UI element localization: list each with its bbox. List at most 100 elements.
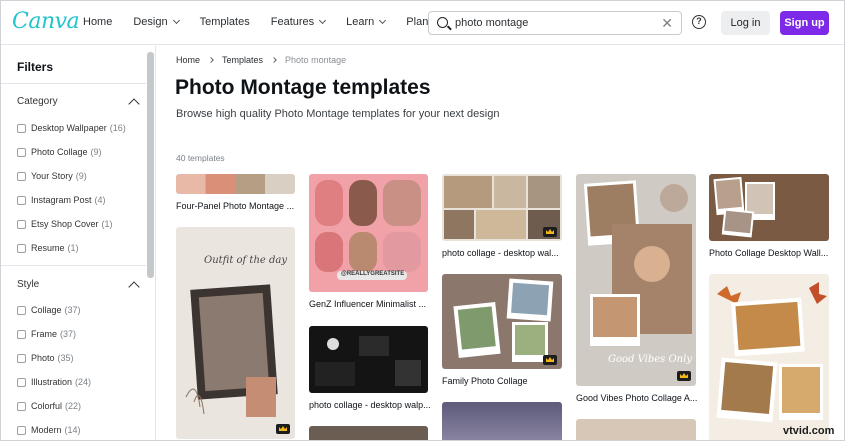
page-subtitle: Browse high quality Photo Montage templa… xyxy=(176,108,500,120)
checkbox[interactable] xyxy=(17,243,26,253)
checkbox[interactable] xyxy=(17,147,26,157)
filter-count: (1) xyxy=(67,243,79,253)
top-header: Canva Home Design Templates Features Lea… xyxy=(1,1,844,45)
template-title[interactable]: GenZ Influencer Minimalist ... xyxy=(309,299,426,309)
filter-colorful[interactable]: Colorful (22) xyxy=(17,401,81,411)
template-card[interactable] xyxy=(442,402,562,440)
checkbox[interactable] xyxy=(17,377,26,387)
main-nav: Home Design Templates Features Learn Pla… xyxy=(83,16,466,28)
sidebar-scrollbar[interactable] xyxy=(147,52,154,278)
crown-icon xyxy=(276,424,290,434)
filters-sidebar: Filters Category Desktop Wallpaper (16) P… xyxy=(1,46,156,440)
canva-logo[interactable]: Canva xyxy=(12,9,80,34)
template-text: @REALLYGREATSITE xyxy=(341,271,405,277)
template-count: 40 templates xyxy=(176,153,225,163)
category-title[interactable]: Category xyxy=(17,96,58,107)
filter-count: (37) xyxy=(64,305,81,315)
checkbox[interactable] xyxy=(17,195,26,205)
checkbox[interactable] xyxy=(17,401,26,411)
filter-count: (4) xyxy=(94,195,106,205)
filter-label: Instagram Post xyxy=(31,195,92,205)
filter-label: Photo xyxy=(31,353,55,363)
signup-button[interactable]: Sign up xyxy=(780,11,829,35)
checkbox[interactable] xyxy=(17,425,26,435)
filter-desktop-wallpaper[interactable]: Desktop Wallpaper (16) xyxy=(17,123,126,133)
checkbox[interactable] xyxy=(17,219,26,229)
template-card[interactable] xyxy=(442,274,562,369)
search-icon xyxy=(437,17,448,28)
template-text: Outfit of the day xyxy=(204,255,287,266)
template-card[interactable] xyxy=(309,326,428,393)
filter-illustration[interactable]: Illustration (24) xyxy=(17,377,91,387)
filter-count: (37) xyxy=(60,329,77,339)
template-card[interactable] xyxy=(709,274,829,440)
filter-photo[interactable]: Photo (35) xyxy=(17,353,74,363)
filters-title: Filters xyxy=(17,60,54,74)
nav-label: Learn xyxy=(346,16,375,28)
help-icon[interactable]: ? xyxy=(692,15,706,29)
template-card[interactable] xyxy=(176,174,295,194)
template-card[interactable] xyxy=(442,174,562,241)
template-title[interactable]: Photo Collage Desktop Wall... xyxy=(709,248,828,258)
template-thumbnail xyxy=(716,282,827,423)
template-title[interactable]: photo collage - desktop walp... xyxy=(309,400,431,410)
filter-label: Desktop Wallpaper xyxy=(31,123,107,133)
chevron-right-icon xyxy=(208,57,214,63)
template-title[interactable]: Good Vibes Photo Collage A... xyxy=(576,393,697,403)
nav-label: Templates xyxy=(199,16,250,28)
filter-your-story[interactable]: Your Story (9) xyxy=(17,171,87,181)
template-card[interactable]: @REALLYGREATSITE xyxy=(309,174,428,292)
template-text: Good Vibes Only xyxy=(608,354,692,365)
nav-templates[interactable]: Templates xyxy=(200,16,250,28)
close-icon[interactable]: ✕ xyxy=(661,15,673,32)
search-input[interactable]: photo montage ✕ xyxy=(428,11,682,35)
template-title[interactable]: Family Photo Collage xyxy=(442,376,528,386)
style-title[interactable]: Style xyxy=(17,279,39,290)
template-thumbnail xyxy=(713,176,775,238)
crown-icon xyxy=(677,371,691,381)
filter-resume[interactable]: Resume (1) xyxy=(17,243,79,253)
breadcrumb-home[interactable]: Home xyxy=(176,55,200,65)
chevron-up-icon[interactable] xyxy=(128,281,140,293)
page-title: Photo Montage templates xyxy=(175,76,431,99)
template-card[interactable]: Good Vibes Only xyxy=(576,174,696,386)
chevron-down-icon xyxy=(319,16,327,25)
checkbox[interactable] xyxy=(17,171,26,181)
checkbox[interactable] xyxy=(17,329,26,339)
filter-label: Frame xyxy=(31,329,58,339)
filter-modern[interactable]: Modern (14) xyxy=(17,425,81,435)
nav-label: Design xyxy=(133,16,168,28)
chevron-right-icon xyxy=(271,57,277,63)
template-title[interactable]: photo collage - desktop wal... xyxy=(442,248,559,258)
filter-label: Collage xyxy=(31,305,62,315)
login-button[interactable]: Log in xyxy=(721,11,770,35)
template-card[interactable] xyxy=(309,426,428,440)
template-card[interactable]: Outfit of the day xyxy=(176,227,295,439)
nav-learn[interactable]: Learn xyxy=(346,16,387,28)
chevron-up-icon[interactable] xyxy=(128,98,140,110)
filter-frame[interactable]: Frame (37) xyxy=(17,329,76,339)
filter-instagram-post[interactable]: Instagram Post (4) xyxy=(17,195,106,205)
checkbox[interactable] xyxy=(17,123,26,133)
breadcrumb-templates[interactable]: Templates xyxy=(222,55,263,65)
template-title[interactable]: Four-Panel Photo Montage ... xyxy=(176,201,294,211)
filter-label: Illustration xyxy=(31,377,73,387)
nav-features[interactable]: Features xyxy=(270,16,327,28)
filter-count: (35) xyxy=(57,353,74,363)
crown-icon xyxy=(543,355,557,365)
filter-photo-collage[interactable]: Photo Collage (9) xyxy=(17,147,102,157)
nav-design[interactable]: Design xyxy=(133,16,180,28)
checkbox[interactable] xyxy=(17,353,26,363)
nav-label: Home xyxy=(83,16,113,28)
filter-collage[interactable]: Collage (37) xyxy=(17,305,81,315)
template-card[interactable] xyxy=(576,419,696,440)
checkbox[interactable] xyxy=(17,305,26,315)
filter-label: Modern xyxy=(31,425,62,435)
filter-count: (16) xyxy=(109,123,126,133)
filter-label: Your Story xyxy=(31,171,73,181)
template-card[interactable] xyxy=(709,174,829,241)
search-value[interactable]: photo montage xyxy=(455,17,528,29)
nav-label: Features xyxy=(270,16,315,28)
filter-etsy-shop-cover[interactable]: Etsy Shop Cover (1) xyxy=(17,219,113,229)
nav-home[interactable]: Home xyxy=(83,16,112,28)
